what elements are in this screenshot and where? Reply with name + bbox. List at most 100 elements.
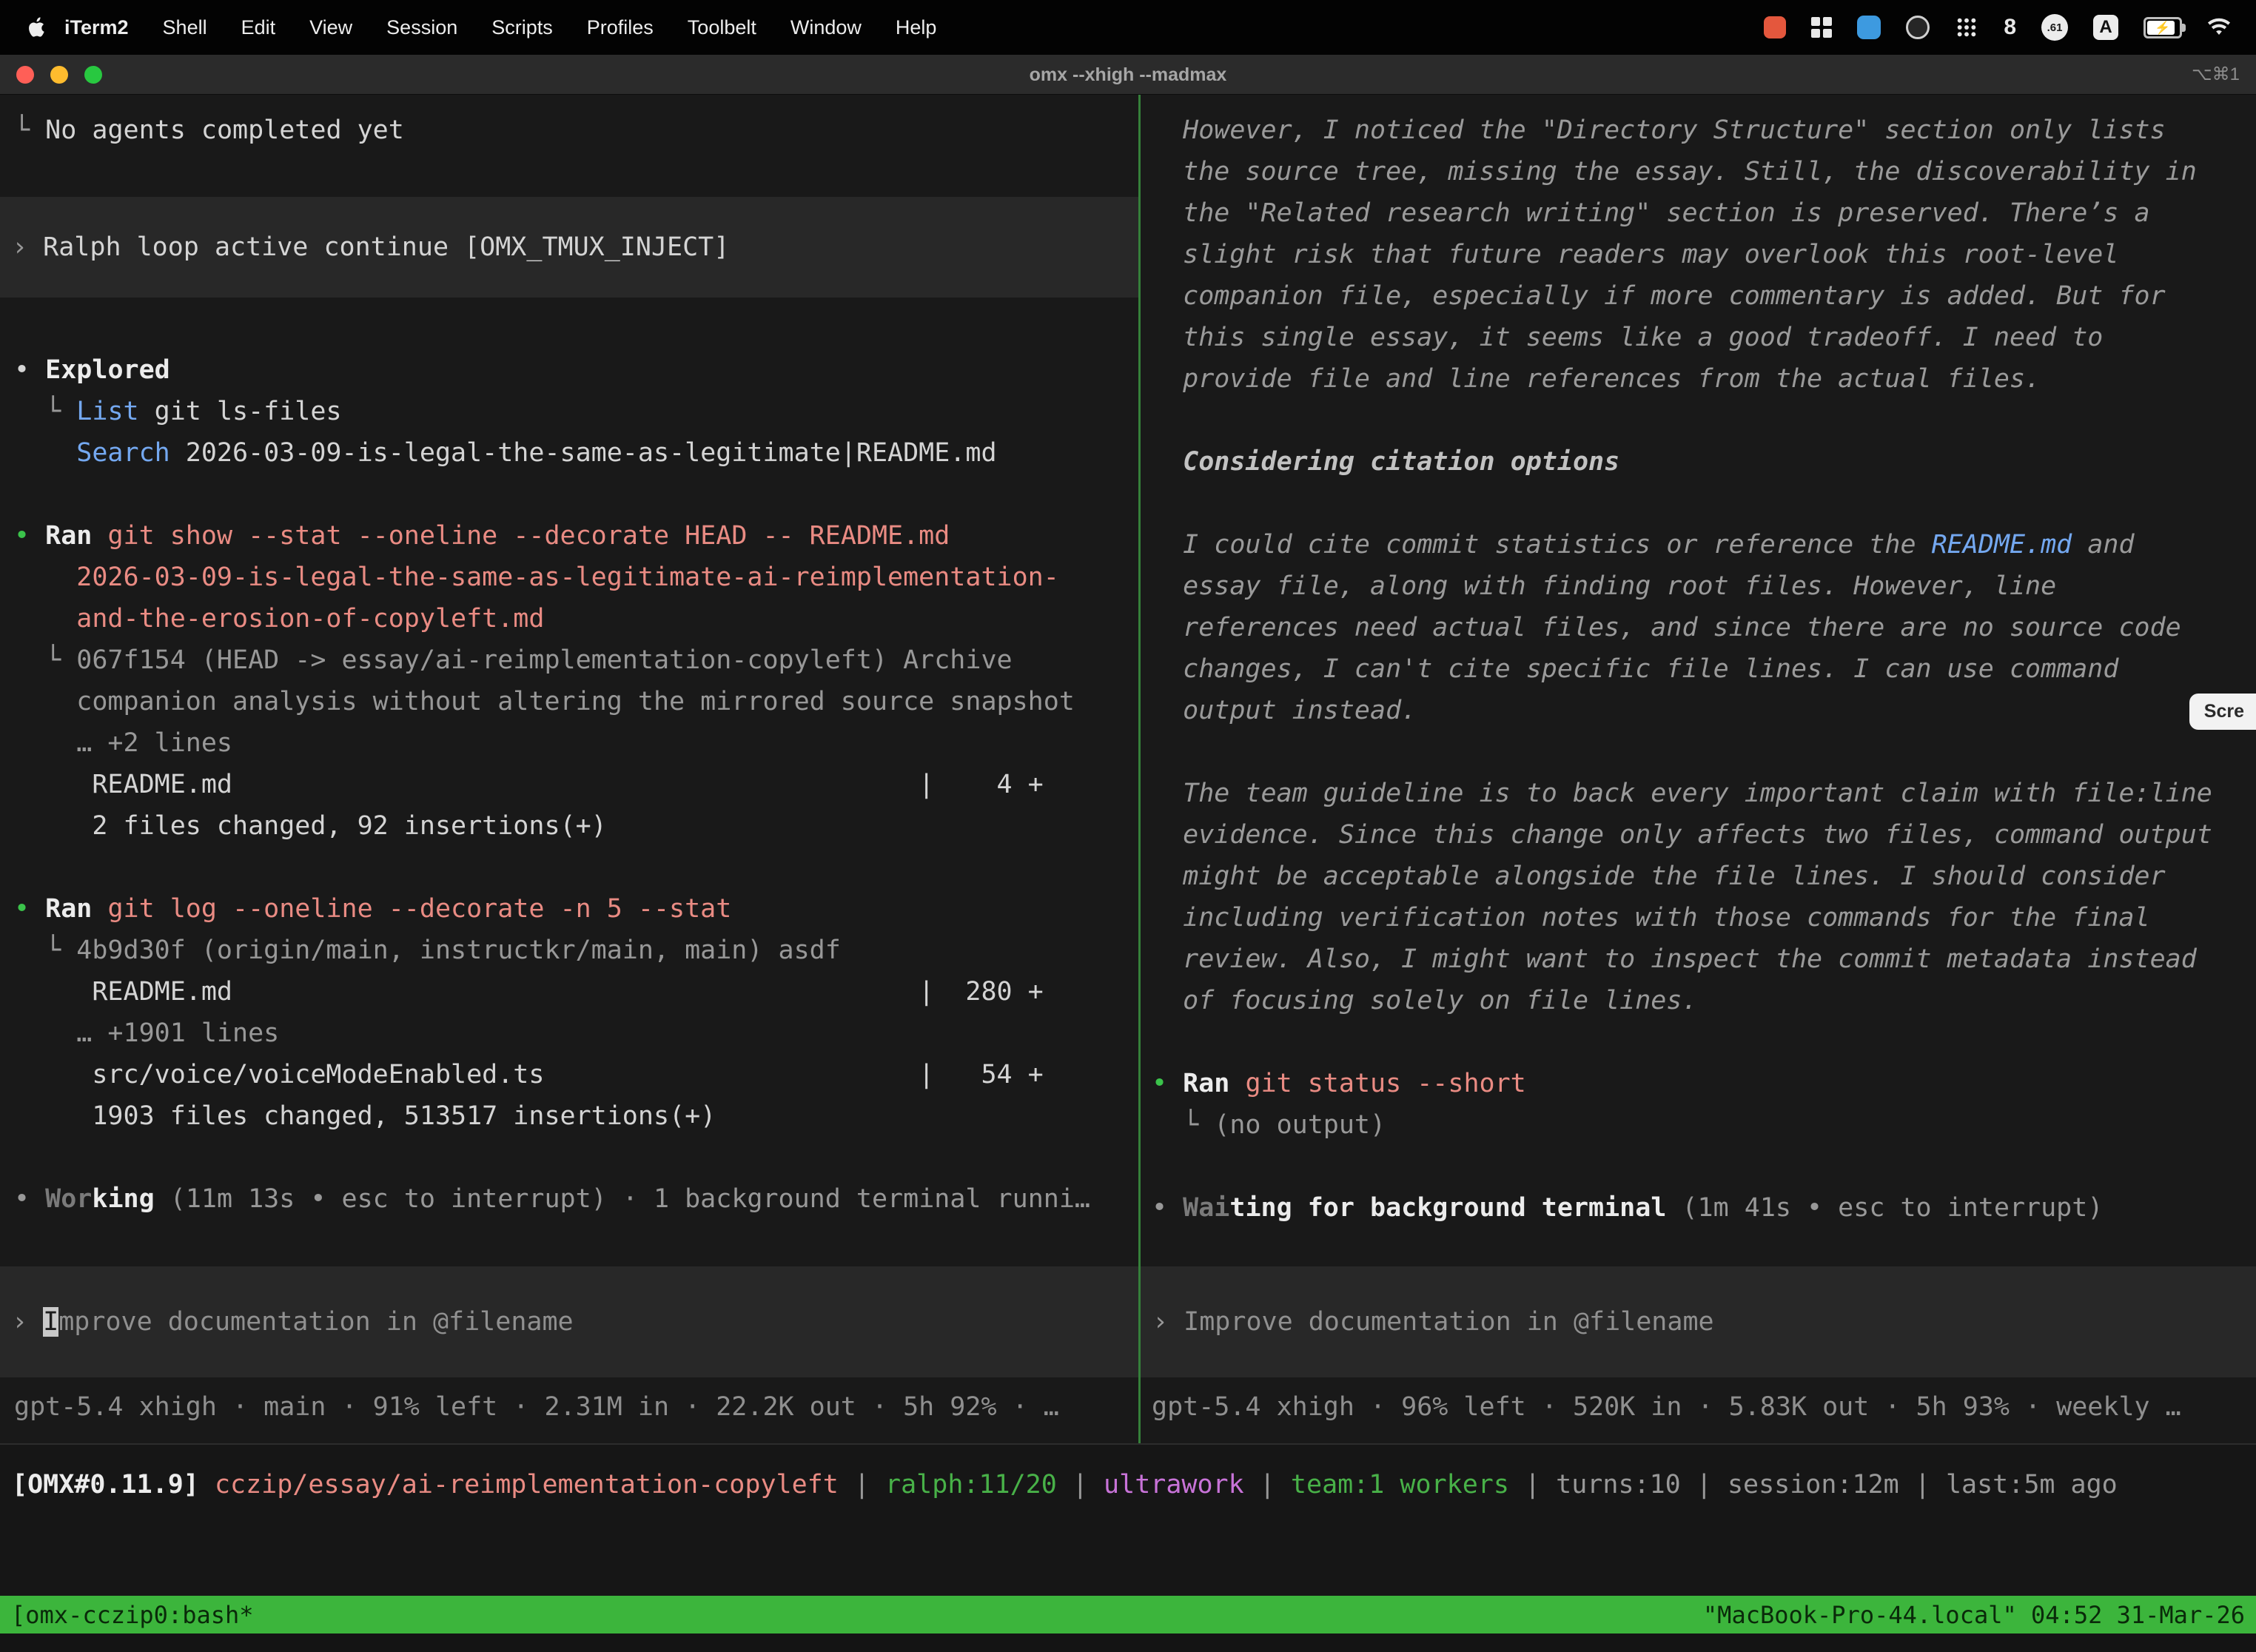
- text-cursor: I: [43, 1307, 58, 1337]
- dark-app-icon[interactable]: [1906, 13, 1930, 42]
- right-prompt-input[interactable]: › Improve documentation in @filename: [1141, 1266, 2256, 1377]
- terminal-line: [0, 847, 1138, 888]
- terminal-area: └ No agents completed yet › Ralph loop a…: [0, 95, 2256, 1443]
- terminal-line: 2026-03-09-is-legal-the-same-as-legitima…: [0, 557, 1138, 598]
- wifi-icon[interactable]: [2207, 13, 2231, 42]
- menu-bar: iTerm2ShellEditViewSessionScriptsProfile…: [0, 0, 2256, 55]
- menu-shell[interactable]: Shell: [146, 16, 224, 39]
- blue-app-icon[interactable]: [1857, 13, 1881, 42]
- left-intro-output: └ No agents completed yet: [0, 110, 1138, 151]
- battery-icon[interactable]: ⚡: [2143, 13, 2182, 42]
- tiles-icon[interactable]: [1811, 13, 1832, 42]
- terminal-line: › Ralph loop active continue [OMX_TMUX_I…: [0, 226, 1138, 268]
- menu-iterm2[interactable]: iTerm2: [47, 16, 146, 39]
- menu-toolbelt[interactable]: Toolbelt: [671, 16, 773, 39]
- terminal-line: 2 files changed, 92 insertions(+): [0, 805, 1138, 847]
- terminal-line: src/voice/voiceModeEnabled.ts | 54 +: [0, 1054, 1138, 1095]
- terminal-line: … +1901 lines: [0, 1013, 1138, 1054]
- terminal-line: └ 067f154 (HEAD -> essay/ai-reimplementa…: [0, 639, 1138, 681]
- terminal-line: essay file, along with finding root file…: [1141, 565, 2256, 607]
- tmux-status-bar: [omx-cczip0:bash* "MacBook-Pro-44.local"…: [0, 1596, 2256, 1633]
- pane-left[interactable]: └ No agents completed yet › Ralph loop a…: [0, 95, 1138, 1443]
- terminal-line: [1141, 400, 2256, 441]
- keyboard-layout-icon[interactable]: A: [2093, 13, 2118, 42]
- terminal-line: 1903 files changed, 513517 insertions(+): [0, 1095, 1138, 1137]
- menu-session[interactable]: Session: [369, 16, 474, 39]
- left-status-line: gpt-5.4 xhigh · main · 91% left · 2.31M …: [0, 1386, 1138, 1428]
- menu-edit[interactable]: Edit: [224, 16, 293, 39]
- status-segment: |: [1244, 1470, 1291, 1500]
- terminal-line: of focusing solely on file lines.: [1141, 980, 2256, 1021]
- right-status-line: gpt-5.4 xhigh · 96% left · 520K in · 5.8…: [1141, 1386, 2256, 1428]
- left-terminal-output: • Explored └ List git ls-files Search 20…: [0, 349, 1138, 1220]
- status-segment: |: [839, 1470, 885, 1500]
- menu-items: iTerm2ShellEditViewSessionScriptsProfile…: [47, 16, 953, 39]
- status-segment: turns:10: [1556, 1470, 1681, 1500]
- terminal-line: including verification notes with those …: [1141, 897, 2256, 939]
- terminal-line: [1141, 1146, 2256, 1187]
- menu-help[interactable]: Help: [879, 16, 954, 39]
- terminal-line: references need actual files, and since …: [1141, 607, 2256, 648]
- status-segment: ultrawork: [1104, 1470, 1244, 1500]
- terminal-line: • Explored: [0, 349, 1138, 391]
- status-segment: |: [1509, 1470, 1556, 1500]
- screenshot-toast[interactable]: Scre: [2189, 694, 2256, 730]
- terminal-line: [1141, 1021, 2256, 1063]
- tmux-window-label[interactable]: [omx-cczip0:bash*: [11, 1601, 254, 1629]
- prompt-chevron: ›: [1152, 1307, 1184, 1337]
- screen-recording-icon[interactable]: [1764, 13, 1786, 42]
- menu-profiles[interactable]: Profiles: [570, 16, 671, 39]
- terminal-line: review. Also, I might want to inspect th…: [1141, 939, 2256, 980]
- right-terminal-output: However, I noticed the "Directory Struct…: [1141, 110, 2256, 1229]
- terminal-line: └ (no output): [1141, 1104, 2256, 1146]
- menu-scripts[interactable]: Scripts: [474, 16, 570, 39]
- terminal-line: [0, 474, 1138, 515]
- terminal-line: • Working (11m 13s • esc to interrupt) ·…: [0, 1178, 1138, 1220]
- left-prompt-input[interactable]: › Improve documentation in @filename: [0, 1266, 1138, 1377]
- input-text: mprove documentation in @filename: [58, 1307, 573, 1337]
- terminal-line: └ List git ls-files: [0, 391, 1138, 432]
- terminal-line: slight risk that future readers may over…: [1141, 234, 2256, 275]
- terminal-line: However, I noticed the "Directory Struct…: [1141, 110, 2256, 151]
- bottom-strip: [0, 1633, 2256, 1652]
- terminal-line: provide file and line references from th…: [1141, 358, 2256, 400]
- terminal-line: README.md | 4 +: [0, 764, 1138, 805]
- menu-view[interactable]: View: [292, 16, 369, 39]
- terminal-line: this single essay, it seems like a good …: [1141, 317, 2256, 358]
- tmux-host-time: "MacBook-Pro-44.local" 04:52 31-Mar-26: [1703, 1601, 2245, 1629]
- terminal-line: evidence. Since this change only affects…: [1141, 814, 2256, 856]
- terminal-line: … +2 lines: [0, 722, 1138, 764]
- terminal-line: Considering citation options: [1141, 441, 2256, 483]
- terminal-line: • Ran git log --oneline --decorate -n 5 …: [0, 888, 1138, 930]
- status-segment: |: [1899, 1470, 1946, 1500]
- terminal-line: companion analysis without altering the …: [0, 681, 1138, 722]
- app-8-icon[interactable]: 8: [2004, 13, 2016, 42]
- terminal-line: changes, I can't cite specific file line…: [1141, 648, 2256, 690]
- inject-banner: › Ralph loop active continue [OMX_TMUX_I…: [0, 197, 1138, 298]
- pane-right[interactable]: However, I noticed the "Directory Struct…: [1141, 95, 2256, 1443]
- status-segment: ralph:11/20: [885, 1470, 1057, 1500]
- gauge-icon[interactable]: .61: [2041, 13, 2068, 42]
- apple-logo-icon[interactable]: [28, 16, 47, 39]
- terminal-line: the "Related research writing" section i…: [1141, 192, 2256, 234]
- window-title: omx --xhigh --madmax: [0, 55, 2256, 95]
- prompt-chevron: ›: [12, 1307, 43, 1337]
- terminal-line: • Ran git status --short: [1141, 1063, 2256, 1104]
- title-bar: omx --xhigh --madmax ⌥⌘1: [0, 55, 2256, 95]
- terminal-line: └ No agents completed yet: [0, 110, 1138, 151]
- window-shortcut: ⌥⌘1: [2192, 55, 2240, 95]
- terminal-line: the source tree, missing the essay. Stil…: [1141, 151, 2256, 192]
- dots-grid-icon[interactable]: [1955, 13, 1978, 42]
- status-segment: |: [1681, 1470, 1728, 1500]
- inject-line: › Ralph loop active continue [OMX_TMUX_I…: [0, 226, 1138, 268]
- status-segment: cczip/essay/ai-reimplementation-copyleft: [215, 1470, 839, 1500]
- menu-window[interactable]: Window: [773, 16, 879, 39]
- terminal-line: companion file, especially if more comme…: [1141, 275, 2256, 317]
- status-segment: last:5m ago: [1946, 1470, 2118, 1500]
- terminal-line: [0, 1137, 1138, 1178]
- terminal-line: └ 4b9d30f (origin/main, instructkr/main,…: [0, 930, 1138, 971]
- terminal-line: The team guideline is to back every impo…: [1141, 773, 2256, 814]
- terminal-line: [1141, 731, 2256, 773]
- terminal-line: • Waiting for background terminal (1m 41…: [1141, 1187, 2256, 1229]
- terminal-line: and-the-erosion-of-copyleft.md: [0, 598, 1138, 639]
